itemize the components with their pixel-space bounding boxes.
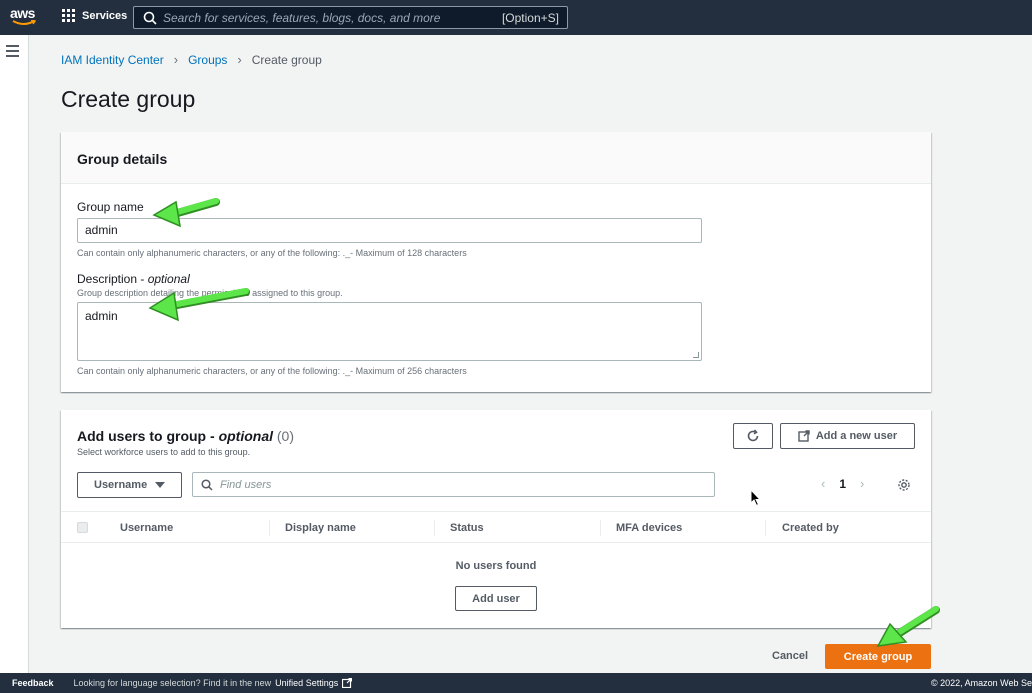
breadcrumb-separator-icon: ›: [173, 52, 179, 67]
column-header-display-name[interactable]: Display name: [285, 522, 356, 534]
add-users-subtitle: Select workforce users to add to this gr…: [77, 447, 251, 457]
resize-handle-icon[interactable]: [693, 352, 699, 358]
column-header-mfa-devices[interactable]: MFA devices: [616, 522, 682, 534]
find-users-placeholder: Find users: [220, 478, 272, 491]
column-divider: [600, 520, 601, 536]
column-header-created-by[interactable]: Created by: [782, 522, 839, 534]
description-hint: Can contain only alphanumeric characters…: [77, 366, 467, 376]
column-divider: [765, 520, 766, 536]
external-link-icon: [342, 678, 353, 688]
breadcrumb: IAM Identity Center › Groups › Create gr…: [61, 52, 322, 67]
add-new-user-label: Add a new user: [815, 430, 898, 442]
refresh-icon: [747, 429, 759, 442]
side-navigation-rail: [0, 35, 29, 673]
breadcrumb-groups[interactable]: Groups: [188, 53, 227, 67]
arrow-annotation-icon: [876, 606, 940, 647]
add-users-title: Add users to group - optional (0): [77, 428, 294, 444]
group-name-label: Group name: [77, 200, 144, 214]
search-icon: [201, 478, 213, 491]
description-value: admin: [85, 309, 118, 323]
search-icon: [143, 11, 157, 25]
add-users-count: (0): [276, 428, 295, 444]
add-new-user-button[interactable]: Add a new user: [780, 423, 915, 449]
add-users-optional-tag: optional: [218, 428, 273, 444]
filter-property-value: Username: [94, 479, 148, 491]
arrow-annotation-icon: [152, 198, 220, 228]
caret-down-icon: [155, 482, 166, 488]
column-divider: [434, 520, 435, 536]
add-users-panel: Add users to group - optional (0) Select…: [61, 410, 931, 628]
select-all-checkbox[interactable]: [77, 522, 88, 533]
aws-logo[interactable]: aws: [10, 5, 40, 29]
page-title: Create group: [61, 86, 196, 112]
copyright: © 2022, Amazon Web Se: [930, 678, 1032, 688]
breadcrumb-iam-identity-center[interactable]: IAM Identity Center: [61, 53, 164, 67]
page-number[interactable]: 1: [839, 477, 846, 491]
breadcrumb-current: Create group: [251, 52, 322, 67]
aws-smile-icon: [12, 20, 36, 25]
chevron-left-icon[interactable]: ‹: [821, 476, 825, 491]
external-link-icon: [798, 430, 810, 442]
services-menu-button[interactable]: Services: [62, 9, 127, 22]
group-details-panel: Group details Group name admin Can conta…: [61, 132, 931, 392]
column-divider: [269, 520, 270, 536]
empty-state-text: No users found: [455, 560, 537, 572]
breadcrumb-separator-icon: ›: [237, 52, 242, 67]
users-table-header: Username Display name Status MFA devices…: [61, 511, 931, 543]
language-notice: Looking for language selection? Find it …: [73, 678, 272, 688]
chevron-right-icon[interactable]: ›: [860, 476, 864, 491]
filter-property-select[interactable]: Username: [77, 472, 182, 498]
grid-icon: [62, 9, 75, 22]
group-details-header: Group details: [61, 132, 931, 184]
search-shortcut-hint: [Option+S]: [501, 10, 559, 25]
services-label: Services: [82, 9, 128, 22]
hamburger-icon[interactable]: [6, 45, 19, 60]
column-header-username[interactable]: Username: [120, 522, 173, 534]
cancel-button[interactable]: Cancel: [772, 650, 808, 662]
search-placeholder: Search for services, features, blogs, do…: [163, 10, 441, 25]
global-search-input[interactable]: Search for services, features, blogs, do…: [133, 6, 568, 29]
refresh-button[interactable]: [733, 423, 773, 449]
gear-icon[interactable]: [897, 478, 911, 492]
aws-logo-text: aws: [10, 5, 35, 21]
add-user-button[interactable]: Add user: [455, 586, 537, 611]
feedback-link[interactable]: Feedback: [12, 678, 54, 688]
group-name-hint: Can contain only alphanumeric characters…: [77, 248, 467, 258]
console-footer: Feedback Looking for language selection?…: [0, 673, 1032, 693]
top-navigation: aws Services Search for services, featur…: [0, 0, 1032, 35]
add-users-title-text: Add users to group -: [77, 428, 215, 444]
description-label-text: Description: [77, 272, 138, 286]
column-header-status[interactable]: Status: [450, 522, 484, 534]
find-users-input[interactable]: Find users: [192, 472, 715, 497]
pagination: ‹ 1 ›: [821, 476, 864, 491]
arrow-annotation-icon: [148, 288, 250, 322]
unified-settings-link[interactable]: Unified Settings: [275, 678, 338, 688]
mouse-cursor-icon: [750, 489, 762, 507]
